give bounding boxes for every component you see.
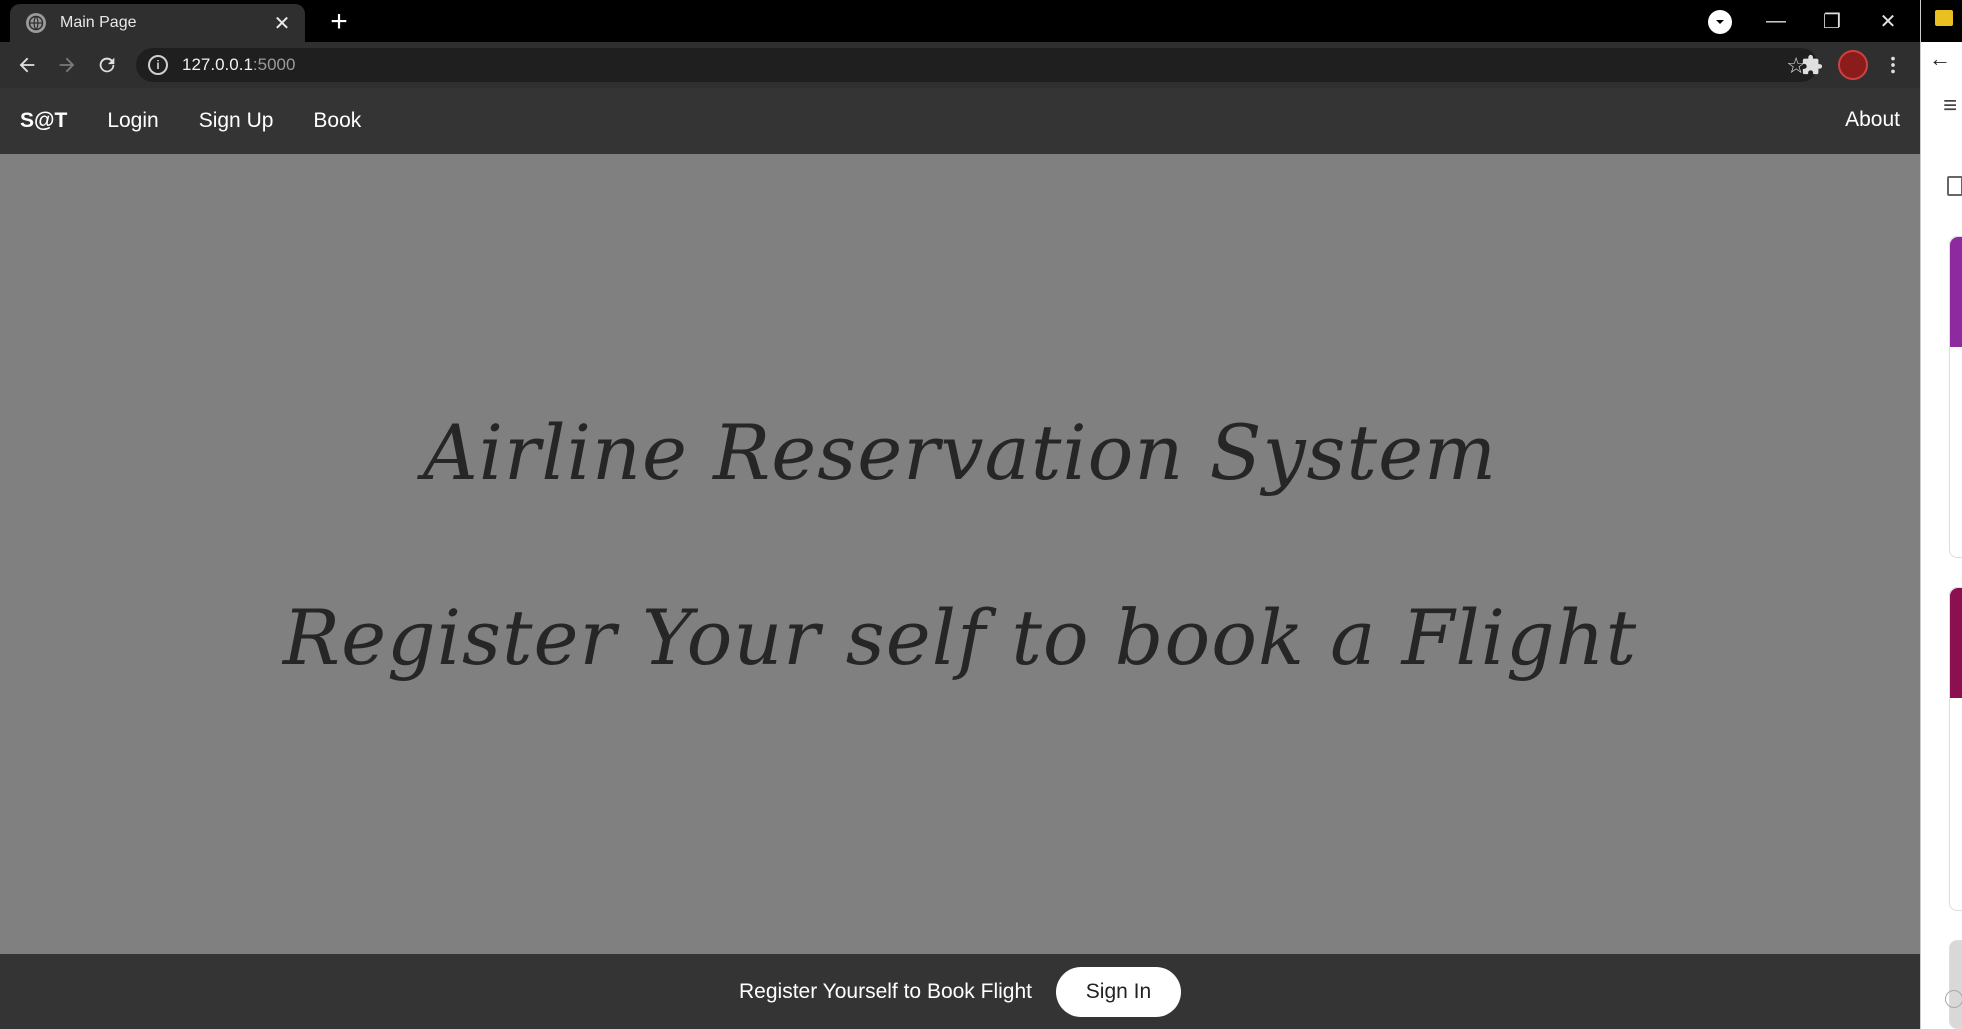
- site-footer: Register Yourself to Book Flight Sign In: [0, 954, 1920, 1029]
- nav-link-login[interactable]: Login: [107, 109, 158, 133]
- site-navbar: S@T Login Sign Up Book About: [0, 88, 1920, 154]
- back-arrow-icon[interactable]: [12, 50, 42, 80]
- url-host: 127.0.0.1: [182, 55, 253, 74]
- nav-link-about[interactable]: About: [1845, 108, 1900, 132]
- new-tab-icon[interactable]: +: [322, 5, 356, 39]
- extensions-puzzle-icon[interactable]: [1797, 50, 1827, 80]
- hero-title: Airline Reservation System: [422, 408, 1498, 497]
- tab-search-icon[interactable]: [1708, 10, 1732, 34]
- browser-tab[interactable]: Main Page ✕: [10, 4, 305, 42]
- side-panel: ← ≡: [1920, 0, 1962, 1029]
- side-panel-header: [1921, 0, 1962, 42]
- browser-tabstrip: Main Page ✕ + — ❐ ✕: [0, 0, 1962, 42]
- browser-toolbar: i 127.0.0.1 :5000 ☆: [0, 42, 1920, 88]
- web-page: S@T Login Sign Up Book About Airline Res…: [0, 88, 1920, 1029]
- restore-icon[interactable]: ❐: [1804, 4, 1860, 38]
- side-panel-card[interactable]: [1949, 940, 1962, 1029]
- reload-icon[interactable]: [92, 50, 122, 80]
- window-close-icon[interactable]: ✕: [1860, 4, 1916, 38]
- document-icon[interactable]: [1947, 176, 1962, 196]
- hero-subtitle: Register Your self to book a Flight: [282, 593, 1638, 682]
- minimize-icon[interactable]: —: [1748, 4, 1804, 38]
- tab-close-icon[interactable]: ✕: [271, 11, 293, 36]
- url-port: :5000: [252, 55, 296, 74]
- image-icon[interactable]: [1935, 10, 1953, 26]
- profile-avatar[interactable]: [1838, 50, 1868, 80]
- nav-link-book[interactable]: Book: [313, 109, 361, 133]
- tab-title: Main Page: [60, 14, 137, 31]
- nav-link-sign-up[interactable]: Sign Up: [199, 109, 274, 133]
- help-icon[interactable]: [1945, 990, 1962, 1008]
- footer-message: Register Yourself to Book Flight: [739, 979, 1032, 1003]
- card-accent-band: [1950, 588, 1962, 698]
- side-panel-back-icon[interactable]: ←: [1929, 46, 1951, 72]
- brand-logo[interactable]: S@T: [20, 109, 67, 133]
- site-info-icon[interactable]: i: [148, 55, 168, 75]
- browser-menu-icon[interactable]: [1878, 50, 1908, 80]
- address-bar[interactable]: i 127.0.0.1 :5000 ☆: [136, 48, 1818, 82]
- side-panel-card[interactable]: [1949, 236, 1962, 558]
- side-panel-card[interactable]: [1949, 587, 1962, 911]
- side-panel-menu-icon[interactable]: ≡: [1943, 92, 1957, 120]
- globe-icon: [26, 13, 46, 33]
- sign-in-button[interactable]: Sign In: [1056, 966, 1181, 1017]
- forward-arrow-icon[interactable]: [52, 50, 82, 80]
- card-accent-band: [1950, 237, 1962, 347]
